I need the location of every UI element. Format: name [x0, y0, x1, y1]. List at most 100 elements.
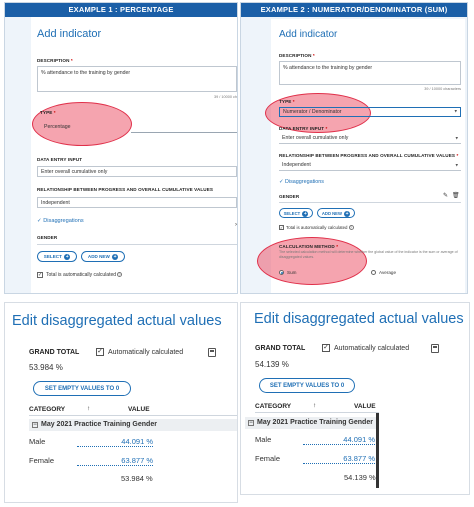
row-value-female[interactable]: 63.877 %: [303, 454, 375, 464]
average-radio[interactable]: [371, 270, 376, 275]
description-label: DESCRIPTION *: [279, 53, 315, 58]
description-input[interactable]: % attendance to the training by gender: [279, 61, 461, 85]
char-counter: 39 / 10000 ch: [213, 95, 237, 99]
row-label-male: Male: [29, 437, 46, 446]
edit-values-panel-right: Edit disaggregated actual values GRAND T…: [240, 302, 470, 495]
set-empty-values-button[interactable]: SET EMPTY VALUES TO 0: [259, 378, 355, 393]
grand-total-label: GRAND TOTAL: [29, 349, 80, 356]
data-entry-label: DATA ENTRY INPUT: [37, 157, 83, 162]
edit-values-title: Edit disaggregated actual values: [12, 313, 222, 329]
example-1-header: EXAMPLE 1 : PERCENTAGE: [5, 3, 237, 17]
disaggregations-toggle[interactable]: ✓ Disaggregations: [279, 179, 324, 185]
gender-label: GENDER: [37, 235, 58, 240]
sort-arrow-icon[interactable]: ↑: [313, 402, 316, 409]
add-new-button[interactable]: ADD NEW +: [317, 208, 355, 218]
col-value: VALUE: [354, 403, 376, 410]
total-value: 53.984 %: [121, 474, 153, 483]
average-label: Average: [379, 270, 397, 275]
gender-label: GENDER: [279, 194, 300, 199]
header-divider: [255, 412, 379, 413]
sort-arrow-icon[interactable]: ↑: [87, 405, 90, 412]
row-label-female: Female: [255, 454, 281, 463]
sum-label: Sum: [287, 270, 297, 275]
gender-divider: [279, 202, 461, 203]
row-value-male[interactable]: 44.091 %: [303, 435, 375, 445]
chevron-down-icon: ▾: [455, 162, 458, 168]
add-new-button[interactable]: ADD NEW +: [81, 251, 125, 262]
relationship-label: RELATIONSHIP BETWEEN PROGRESS AND OVERAL…: [37, 187, 214, 192]
add-indicator-card: Add indicator DESCRIPTION * % attendance…: [257, 19, 465, 293]
edit-values-title: Edit disaggregated actual values: [254, 311, 464, 327]
auto-calc-checkbox[interactable]: ✓: [322, 344, 330, 352]
calculator-icon[interactable]: [431, 344, 439, 353]
calculator-icon[interactable]: [208, 348, 216, 357]
calc-method-help: The selected calculation method will det…: [279, 250, 458, 259]
type-label: TYPE *: [279, 99, 295, 104]
grand-total-label: GRAND TOTAL: [255, 345, 306, 352]
plus-icon: +: [64, 253, 71, 260]
scrollbar[interactable]: [376, 413, 379, 488]
total-auto-checkbox[interactable]: ✓: [37, 272, 43, 278]
total-auto-label: Total is automatically calculated?: [286, 225, 354, 230]
set-empty-values-button[interactable]: SET EMPTY VALUES TO 0: [33, 381, 131, 396]
row-value-female[interactable]: 63.877 %: [77, 456, 153, 466]
type-select[interactable]: Percentage: [37, 122, 237, 132]
data-entry-select[interactable]: Enter overall cumulative only ▾: [279, 134, 461, 144]
header-divider: [29, 415, 237, 416]
example-2-body: Add indicator DESCRIPTION * % attendance…: [241, 17, 467, 293]
type-underline: [131, 132, 237, 133]
resize-handle-icon[interactable]: ›: [235, 222, 237, 228]
description-input[interactable]: % attendance to the training by gender: [37, 66, 237, 92]
description-label: DESCRIPTION *: [37, 58, 73, 63]
char-counter: 39 / 10000 characters: [424, 87, 461, 91]
row-label-male: Male: [255, 435, 272, 444]
auto-calc-checkbox[interactable]: ✓: [96, 348, 104, 356]
total-value: 54.139 %: [344, 473, 376, 482]
total-auto-label: Total is automatically calculated?: [46, 272, 123, 278]
example-1-panel: EXAMPLE 1 : PERCENTAGE Add indicator DES…: [4, 2, 238, 294]
data-entry-select[interactable]: Enter overall cumulative only: [37, 166, 237, 177]
total-auto-checkbox[interactable]: ✓: [279, 225, 284, 230]
plus-icon: +: [344, 210, 351, 217]
relationship-label: RELATIONSHIP BETWEEN PROGRESS AND OVERAL…: [279, 153, 459, 158]
add-indicator-title: Add indicator: [279, 29, 338, 40]
edit-values-panel-left: Edit disaggregated actual values GRAND T…: [4, 302, 238, 503]
plus-icon: +: [302, 210, 309, 217]
select-button[interactable]: SELECT +: [279, 208, 313, 218]
chevron-down-icon: ▾: [454, 108, 457, 115]
group-row[interactable]: − May 2021 Practice Training Gender: [29, 419, 237, 431]
chevron-down-icon: ▾: [455, 135, 458, 141]
calc-method-label: CALCULATION METHOD *: [279, 244, 339, 249]
example-1-body: Add indicator DESCRIPTION * % attendance…: [5, 17, 237, 293]
relationship-select[interactable]: Independent ▾: [279, 161, 461, 171]
select-button[interactable]: SELECT +: [37, 251, 77, 262]
edit-icon[interactable]: ✎: [443, 192, 448, 199]
add-indicator-title: Add indicator: [37, 28, 102, 40]
gender-divider: [37, 244, 237, 245]
col-value: VALUE: [128, 406, 150, 413]
row-value-male[interactable]: 44.091 %: [77, 437, 153, 447]
type-select[interactable]: Numerator / Denominator ▾: [279, 107, 461, 117]
sum-radio[interactable]: [279, 270, 284, 275]
plus-icon: +: [112, 253, 119, 260]
example-2-panel: EXAMPLE 2 : NUMERATOR/DENOMINATOR (SUM) …: [240, 2, 468, 294]
disaggregations-toggle[interactable]: ✓ Disaggregations: [37, 218, 84, 224]
row-label-female: Female: [29, 456, 55, 465]
collapse-icon[interactable]: −: [32, 422, 38, 428]
grand-total-value: 54.139 %: [255, 360, 289, 369]
collapse-icon[interactable]: −: [248, 420, 254, 426]
delete-icon[interactable]: 🗑: [452, 192, 460, 199]
help-icon: ?: [117, 272, 123, 277]
col-category[interactable]: CATEGORY: [29, 406, 65, 413]
data-entry-label: DATA ENTRY INPUT *: [279, 126, 328, 131]
example-2-header: EXAMPLE 2 : NUMERATOR/DENOMINATOR (SUM): [241, 3, 467, 17]
group-row[interactable]: − May 2021 Practice Training Gender: [245, 417, 379, 429]
col-category[interactable]: CATEGORY: [255, 403, 291, 410]
grand-total-value: 53.984 %: [29, 363, 63, 372]
type-label: TYPE *: [40, 110, 56, 115]
auto-calc-label: Automatically calculated: [108, 349, 184, 356]
auto-calc-label: Automatically calculated: [334, 345, 410, 352]
add-indicator-card: Add indicator DESCRIPTION * % attendance…: [31, 17, 237, 293]
relationship-select[interactable]: Independent: [37, 197, 237, 208]
help-icon: ?: [348, 225, 354, 230]
